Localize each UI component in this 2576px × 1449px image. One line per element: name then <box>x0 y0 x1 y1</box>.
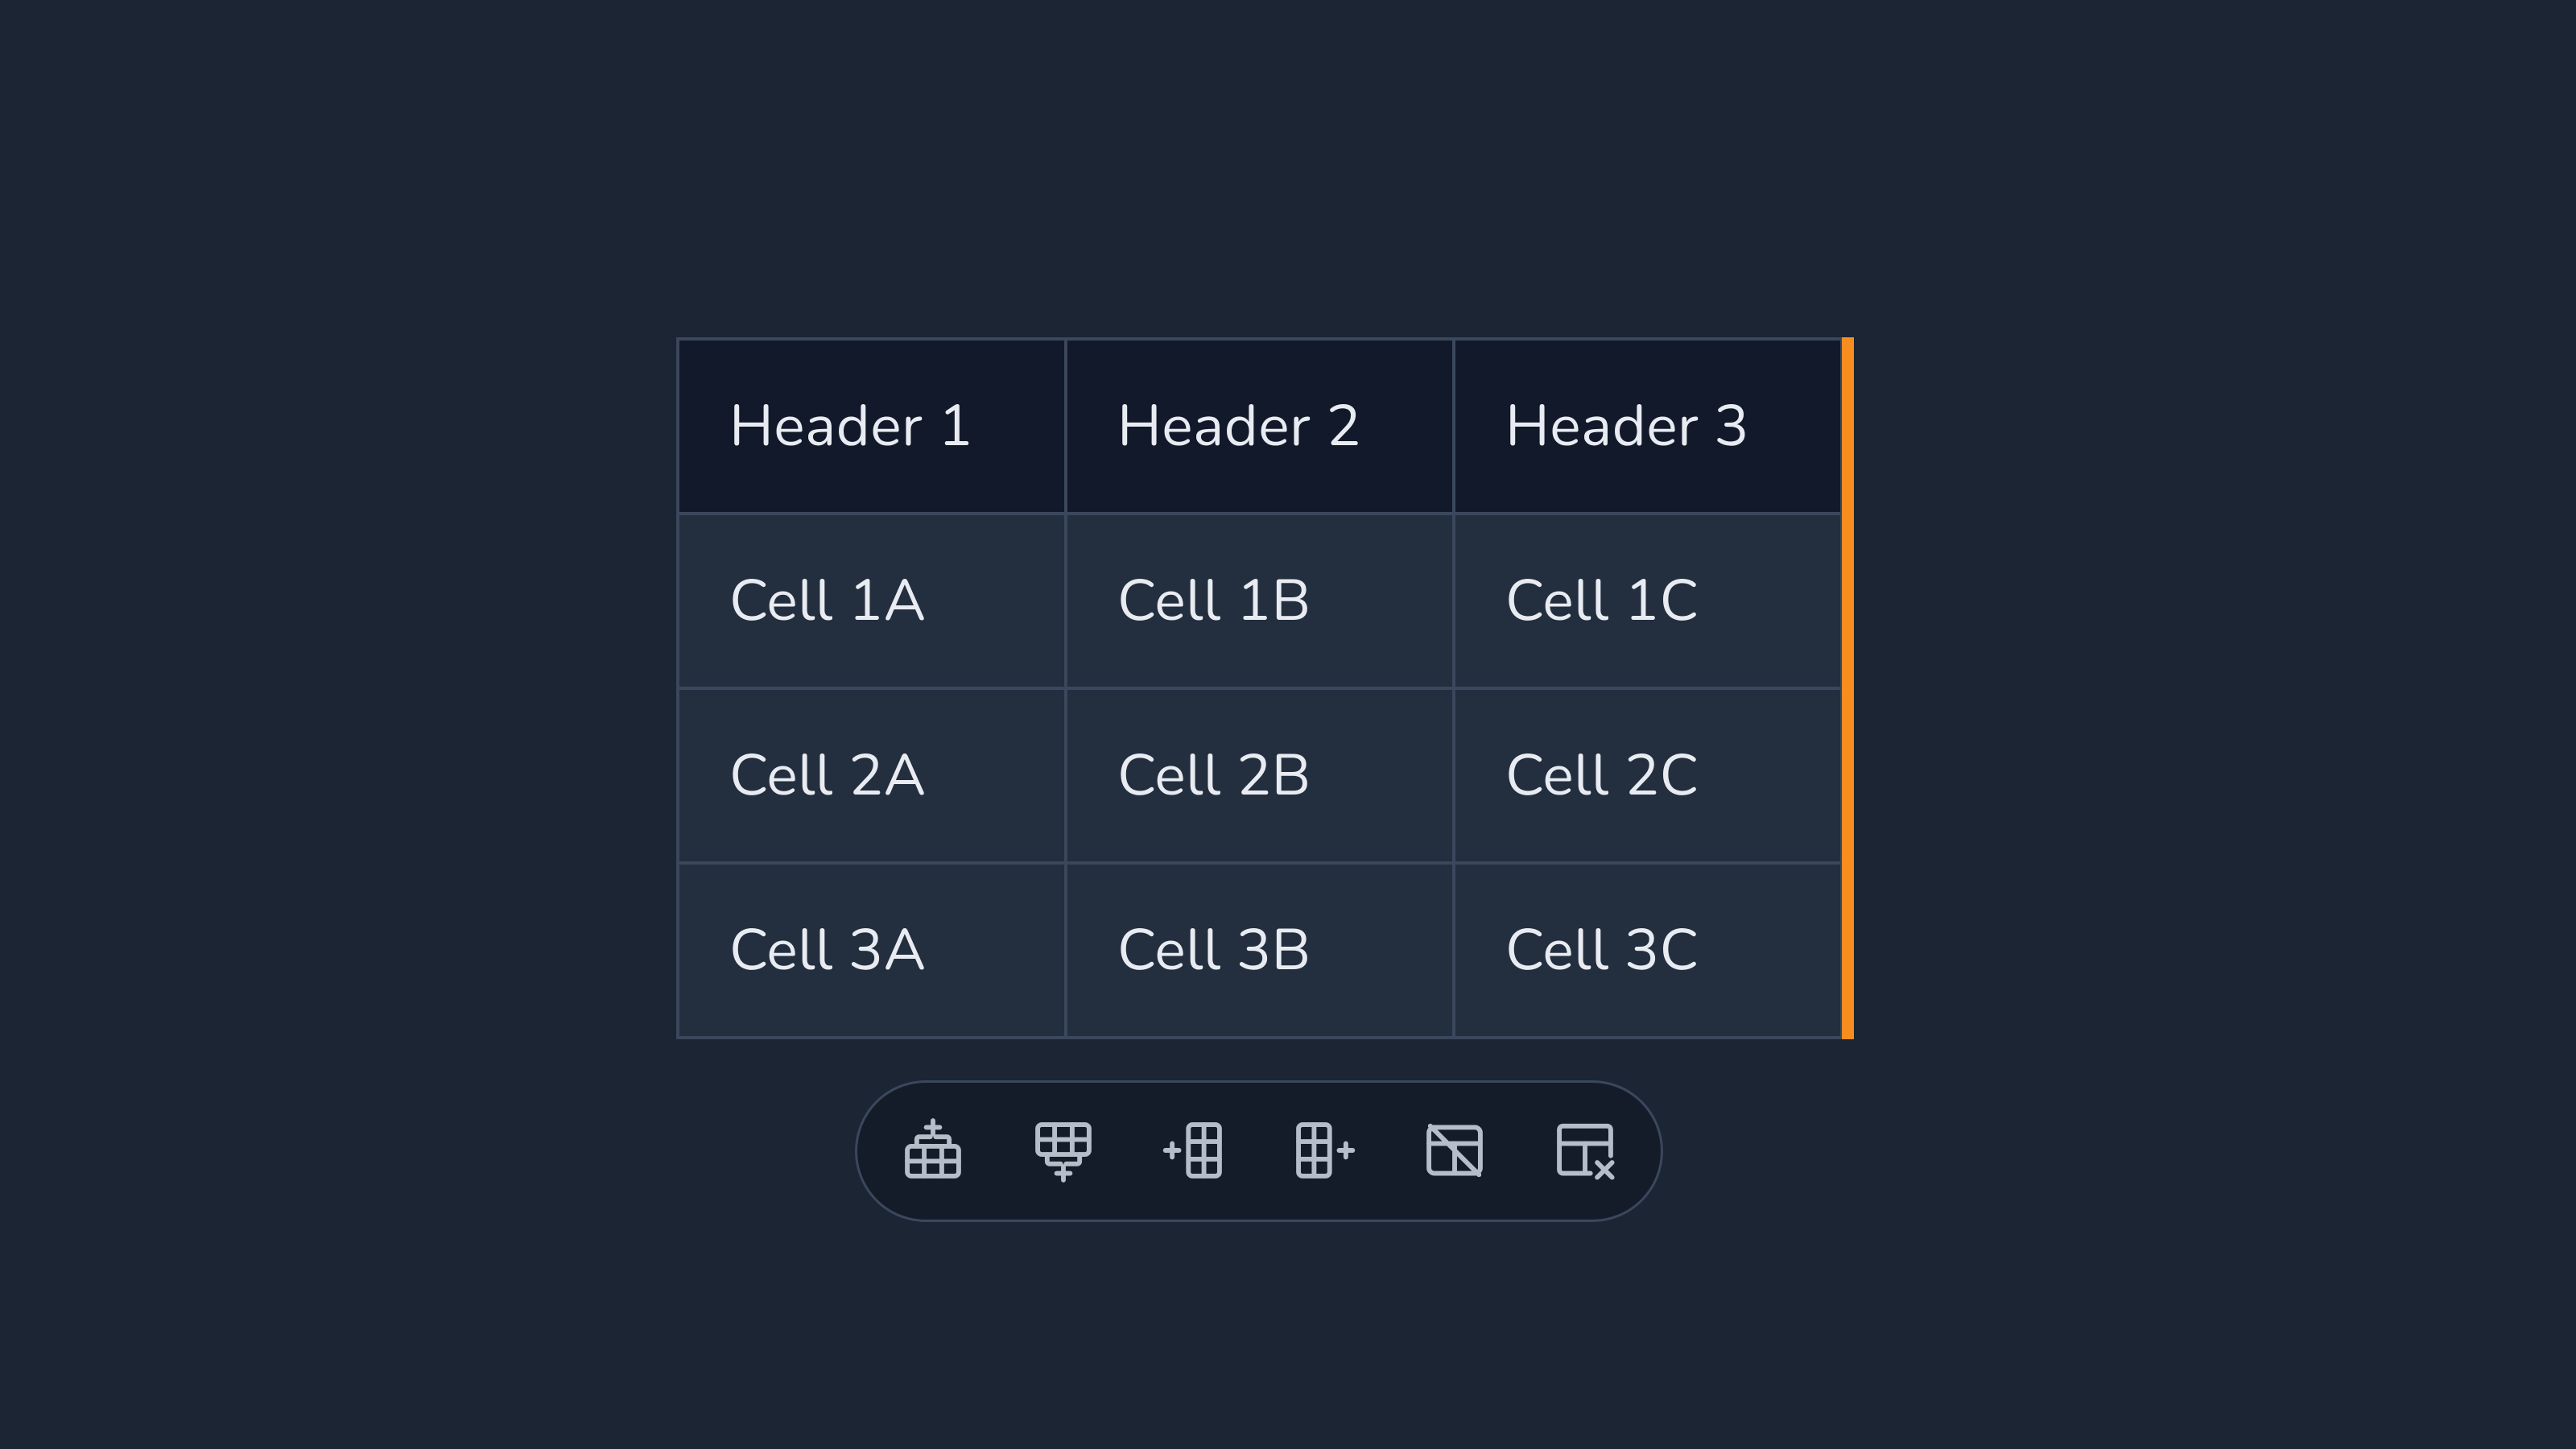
table-cell[interactable]: Cell 1B <box>1066 514 1454 688</box>
insert-column-right-button[interactable] <box>1287 1114 1361 1188</box>
insert-row-above-icon <box>899 1117 967 1187</box>
table-toolbar <box>855 1080 1663 1222</box>
table-cell[interactable]: Cell 1A <box>678 514 1066 688</box>
insert-column-left-button[interactable] <box>1157 1114 1231 1188</box>
column-selection-indicator[interactable] <box>1842 337 1854 1039</box>
table-cell[interactable]: Cell 2C <box>1454 688 1842 863</box>
table-cell[interactable]: Cell 3A <box>678 863 1066 1038</box>
insert-column-left-icon <box>1160 1117 1228 1187</box>
toggle-header-button[interactable] <box>1418 1114 1492 1188</box>
data-table[interactable]: Header 1 Header 2 Header 3 Cell 1A Cell … <box>676 337 1843 1039</box>
table-cell[interactable]: Cell 1C <box>1454 514 1842 688</box>
table-cell[interactable]: Cell 2A <box>678 688 1066 863</box>
delete-table-icon <box>1551 1117 1619 1187</box>
table-cell[interactable]: Cell 2B <box>1066 688 1454 863</box>
delete-table-button[interactable] <box>1548 1114 1622 1188</box>
insert-row-below-button[interactable] <box>1026 1114 1100 1188</box>
insert-row-above-button[interactable] <box>896 1114 970 1188</box>
table-header-cell[interactable]: Header 1 <box>678 339 1066 514</box>
insert-row-below-icon <box>1030 1117 1097 1187</box>
table-header-cell[interactable]: Header 2 <box>1066 339 1454 514</box>
table-cell[interactable]: Cell 3C <box>1454 863 1842 1038</box>
table-cell[interactable]: Cell 3B <box>1066 863 1454 1038</box>
toggle-header-hidden-icon <box>1421 1117 1488 1187</box>
table-header-cell[interactable]: Header 3 <box>1454 339 1842 514</box>
table-container: Header 1 Header 2 Header 3 Cell 1A Cell … <box>676 337 1854 1039</box>
insert-column-right-icon <box>1290 1117 1358 1187</box>
editor-stage: Header 1 Header 2 Header 3 Cell 1A Cell … <box>0 0 2576 1449</box>
